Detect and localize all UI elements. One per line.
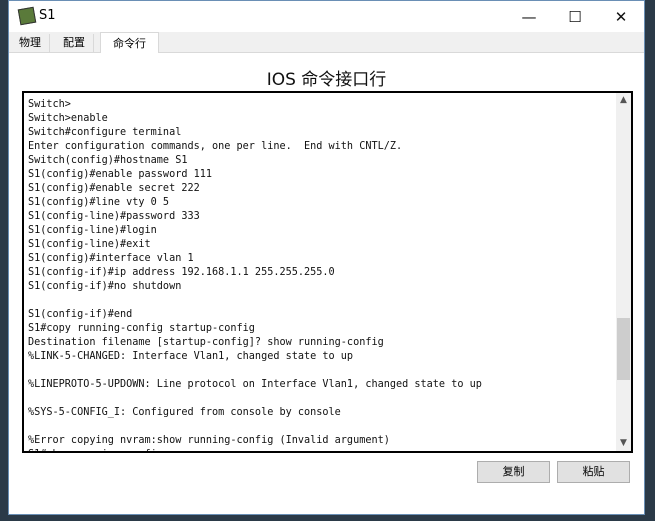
cli-panel: IOS 命令接口行 Switch> Switch>enable Switch#con… — [9, 53, 644, 514]
terminal-line: %LINEPROTO-5-UPDOWN: Line protocol on In… — [28, 379, 482, 390]
terminal-line: S1(config)#interface vlan 1 — [28, 253, 194, 264]
terminal-line: Switch#configure terminal — [28, 127, 182, 138]
terminal-scrollbar[interactable]: ▲ ▼ — [616, 93, 631, 451]
switch-app-icon — [17, 6, 37, 26]
close-button[interactable]: ✕ — [598, 1, 644, 32]
terminal-line: S1#copy running-config startup-config — [28, 323, 255, 334]
device-window: S1 — ☐ ✕ 物理 配置 命令行 IOS 命令接口行 Switch> Swit… — [8, 0, 645, 515]
tab-cli[interactable]: 命令行 — [100, 32, 159, 54]
minimize-button[interactable]: — — [506, 1, 552, 32]
terminal-lines: Switch> Switch>enable Switch#configure ter… — [28, 98, 482, 451]
terminal-line: Switch> — [28, 99, 71, 110]
window-title: S1 — [39, 8, 56, 23]
terminal-output[interactable]: Switch> Switch>enable Switch#configure ter… — [22, 91, 633, 453]
terminal-line: S1(config-if)#ip address 192.168.1.1 255… — [28, 267, 335, 278]
title-bar: S1 — ☐ ✕ — [9, 1, 644, 32]
tab-physical[interactable]: 物理 — [11, 34, 50, 52]
terminal-line: S1(config)#enable password 111 — [28, 169, 213, 180]
terminal-line: S1(config)#enable secret 222 — [28, 183, 200, 194]
terminal-line: S1(config-line)#password 333 — [28, 211, 200, 222]
terminal-line: Destination filename [startup-config]? s… — [28, 337, 384, 348]
scrollbar-thumb[interactable] — [617, 318, 630, 380]
terminal-line: Switch>enable — [28, 113, 108, 124]
copy-button[interactable]: 复制 — [477, 461, 550, 483]
terminal-line: S1(config-if)#no shutdown — [28, 281, 182, 292]
terminal-line: Switch(config)#hostname S1 — [28, 155, 188, 166]
terminal-line: S1(config-if)#end — [28, 309, 133, 320]
page-title: IOS 命令接口行 — [266, 70, 387, 90]
terminal-line: %LINK-5-CHANGED: Interface Vlan1, change… — [28, 351, 354, 362]
maximize-button[interactable]: ☐ — [552, 1, 598, 32]
tab-bar: 物理 配置 命令行 — [9, 32, 644, 54]
terminal-line: %SYS-5-CONFIG_I: Configured from console… — [28, 407, 341, 418]
scroll-up-icon[interactable]: ▲ — [616, 93, 631, 108]
terminal-line: S1(config-line)#exit — [28, 239, 151, 250]
terminal-line: %Error copying nvram:show running-config… — [28, 435, 390, 446]
terminal-line: S1(config-line)#login — [28, 225, 157, 236]
paste-button[interactable]: 粘贴 — [557, 461, 630, 483]
terminal-line: S1#show running-config — [28, 448, 482, 451]
terminal-line: Enter configuration commands, one per li… — [28, 141, 403, 152]
scroll-down-icon[interactable]: ▼ — [616, 436, 631, 451]
terminal-line: S1(config)#line vty 0 5 — [28, 197, 170, 208]
tab-config[interactable]: 配置 — [55, 34, 94, 52]
